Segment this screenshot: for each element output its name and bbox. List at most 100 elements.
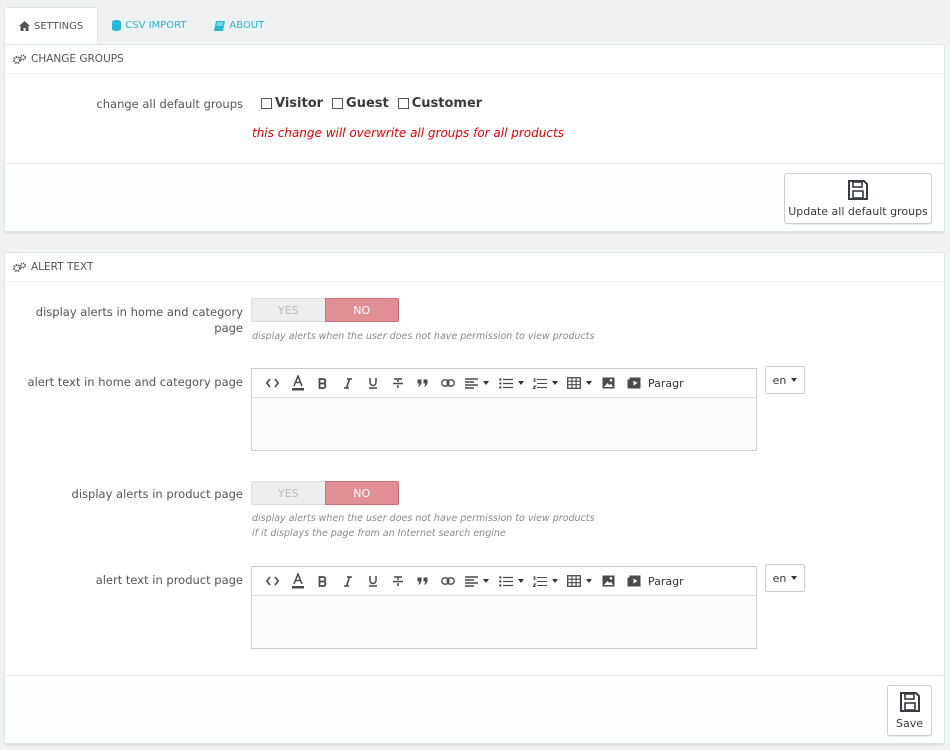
table-dropdown[interactable] — [562, 373, 596, 393]
underline-button[interactable] — [360, 373, 385, 393]
align-dropdown[interactable] — [460, 571, 494, 591]
home-text-edit-area[interactable] — [252, 398, 756, 450]
save-button[interactable]: Save — [887, 685, 932, 736]
code-icon — [266, 378, 279, 388]
underline-icon — [368, 576, 377, 587]
link-button[interactable] — [435, 571, 460, 591]
alert-text-footer: Save — [5, 675, 944, 743]
tab-about[interactable]: About — [200, 7, 278, 44]
italic-icon — [343, 575, 352, 587]
source-code-button[interactable] — [260, 571, 285, 591]
table-icon — [566, 377, 581, 389]
insert-image-button[interactable] — [596, 571, 621, 591]
chevron-down-icon — [483, 381, 489, 385]
checkbox-guest-box[interactable] — [332, 98, 344, 109]
image-icon — [602, 377, 615, 389]
text-color-button[interactable] — [285, 373, 310, 393]
product-text-edit-area[interactable] — [252, 596, 756, 648]
home-display-yes[interactable]: YES — [251, 298, 325, 322]
insert-media-button[interactable] — [621, 571, 646, 591]
database-icon — [112, 20, 122, 31]
product-display-help-line2: if it displays the page from an Internet… — [252, 528, 506, 539]
video-icon — [627, 377, 640, 389]
product-display-no[interactable]: NO — [324, 481, 399, 505]
product-language-dropdown[interactable]: en — [765, 564, 805, 592]
bullet-list-icon — [498, 575, 513, 587]
bold-button[interactable] — [310, 571, 335, 591]
code-icon — [266, 576, 279, 586]
home-editor-toolbar: Paragraph — [252, 369, 756, 398]
chevron-down-icon — [551, 579, 558, 583]
tab-about-label: About — [229, 20, 265, 31]
blockquote-button[interactable] — [410, 571, 435, 591]
text-color-icon — [291, 375, 304, 391]
product-text-editor: Paragraph — [251, 566, 757, 649]
strikethrough-button[interactable] — [385, 373, 410, 393]
chevron-down-icon — [551, 381, 558, 385]
link-button[interactable] — [435, 373, 460, 393]
product-language-label: en — [772, 571, 787, 585]
strikethrough-button[interactable] — [385, 571, 410, 591]
chevron-down-icon — [517, 579, 524, 583]
cogs-icon — [13, 261, 27, 272]
product-display-label: display alerts in product page — [71, 487, 243, 501]
blockquote-button[interactable] — [410, 373, 435, 393]
bold-button[interactable] — [310, 373, 335, 393]
italic-icon — [343, 377, 352, 389]
product-text-label: alert text in product page — [95, 573, 243, 587]
text-color-button[interactable] — [285, 571, 310, 591]
product-display-help: display alerts when the user does not ha… — [252, 511, 594, 541]
checkbox-visitor[interactable]: Visitor — [261, 96, 323, 111]
tab-csv-import[interactable]: CSV import — [98, 7, 200, 44]
paragraph-format-dropdown[interactable]: Paragraph — [648, 377, 684, 390]
insert-media-button[interactable] — [621, 373, 646, 393]
italic-button[interactable] — [335, 571, 360, 591]
underline-button[interactable] — [360, 571, 385, 591]
link-icon — [440, 379, 455, 387]
groups-checkbox-list: Visitor Guest Customer — [261, 96, 491, 111]
numbered-list-dropdown[interactable] — [528, 571, 562, 591]
tab-settings[interactable]: Settings — [4, 7, 99, 44]
strikethrough-icon — [392, 575, 403, 586]
checkbox-customer[interactable]: Customer — [397, 96, 483, 111]
table-icon — [566, 575, 581, 587]
table-dropdown[interactable] — [562, 571, 596, 591]
checkbox-visitor-box[interactable] — [261, 98, 272, 109]
quote-icon — [417, 379, 428, 387]
update-default-groups-button[interactable]: Update all default groups — [784, 173, 932, 224]
italic-button[interactable] — [335, 373, 360, 393]
home-language-dropdown[interactable]: en — [765, 366, 805, 394]
chevron-down-icon — [791, 378, 798, 382]
paragraph-format-dropdown[interactable]: Paragraph — [648, 575, 684, 588]
product-display-switch[interactable]: YES NO — [251, 481, 399, 505]
home-display-switch[interactable]: YES NO — [251, 298, 399, 322]
checkbox-guest[interactable]: Guest — [332, 96, 389, 111]
cogs-icon — [13, 53, 27, 64]
change-groups-label: change all default groups — [96, 97, 243, 111]
insert-image-button[interactable] — [596, 373, 621, 393]
checkbox-customer-label: Customer — [411, 96, 483, 111]
chevron-down-icon — [483, 579, 489, 583]
align-dropdown[interactable] — [460, 373, 494, 393]
tab-csv-import-label: CSV import — [125, 20, 187, 31]
bullet-list-dropdown[interactable] — [494, 571, 528, 591]
change-groups-panel: Change groups change all default groups … — [4, 44, 945, 232]
align-left-icon — [465, 377, 478, 389]
strikethrough-icon — [392, 377, 403, 388]
checkbox-customer-box[interactable] — [397, 98, 409, 109]
change-groups-footer: Update all default groups — [5, 163, 944, 231]
bullet-list-dropdown[interactable] — [494, 373, 528, 393]
bold-icon — [318, 377, 326, 389]
product-display-yes[interactable]: YES — [251, 481, 325, 505]
image-icon — [602, 575, 615, 587]
chevron-down-icon — [791, 576, 798, 580]
numbered-list-dropdown[interactable] — [528, 373, 562, 393]
source-code-button[interactable] — [260, 373, 285, 393]
numbered-list-icon — [532, 377, 547, 389]
quote-icon — [417, 577, 428, 585]
home-icon — [19, 21, 30, 31]
home-display-no[interactable]: NO — [324, 298, 399, 322]
video-icon — [627, 575, 640, 587]
alert-text-heading: Alert text — [5, 253, 944, 282]
chevron-down-icon — [585, 579, 592, 583]
